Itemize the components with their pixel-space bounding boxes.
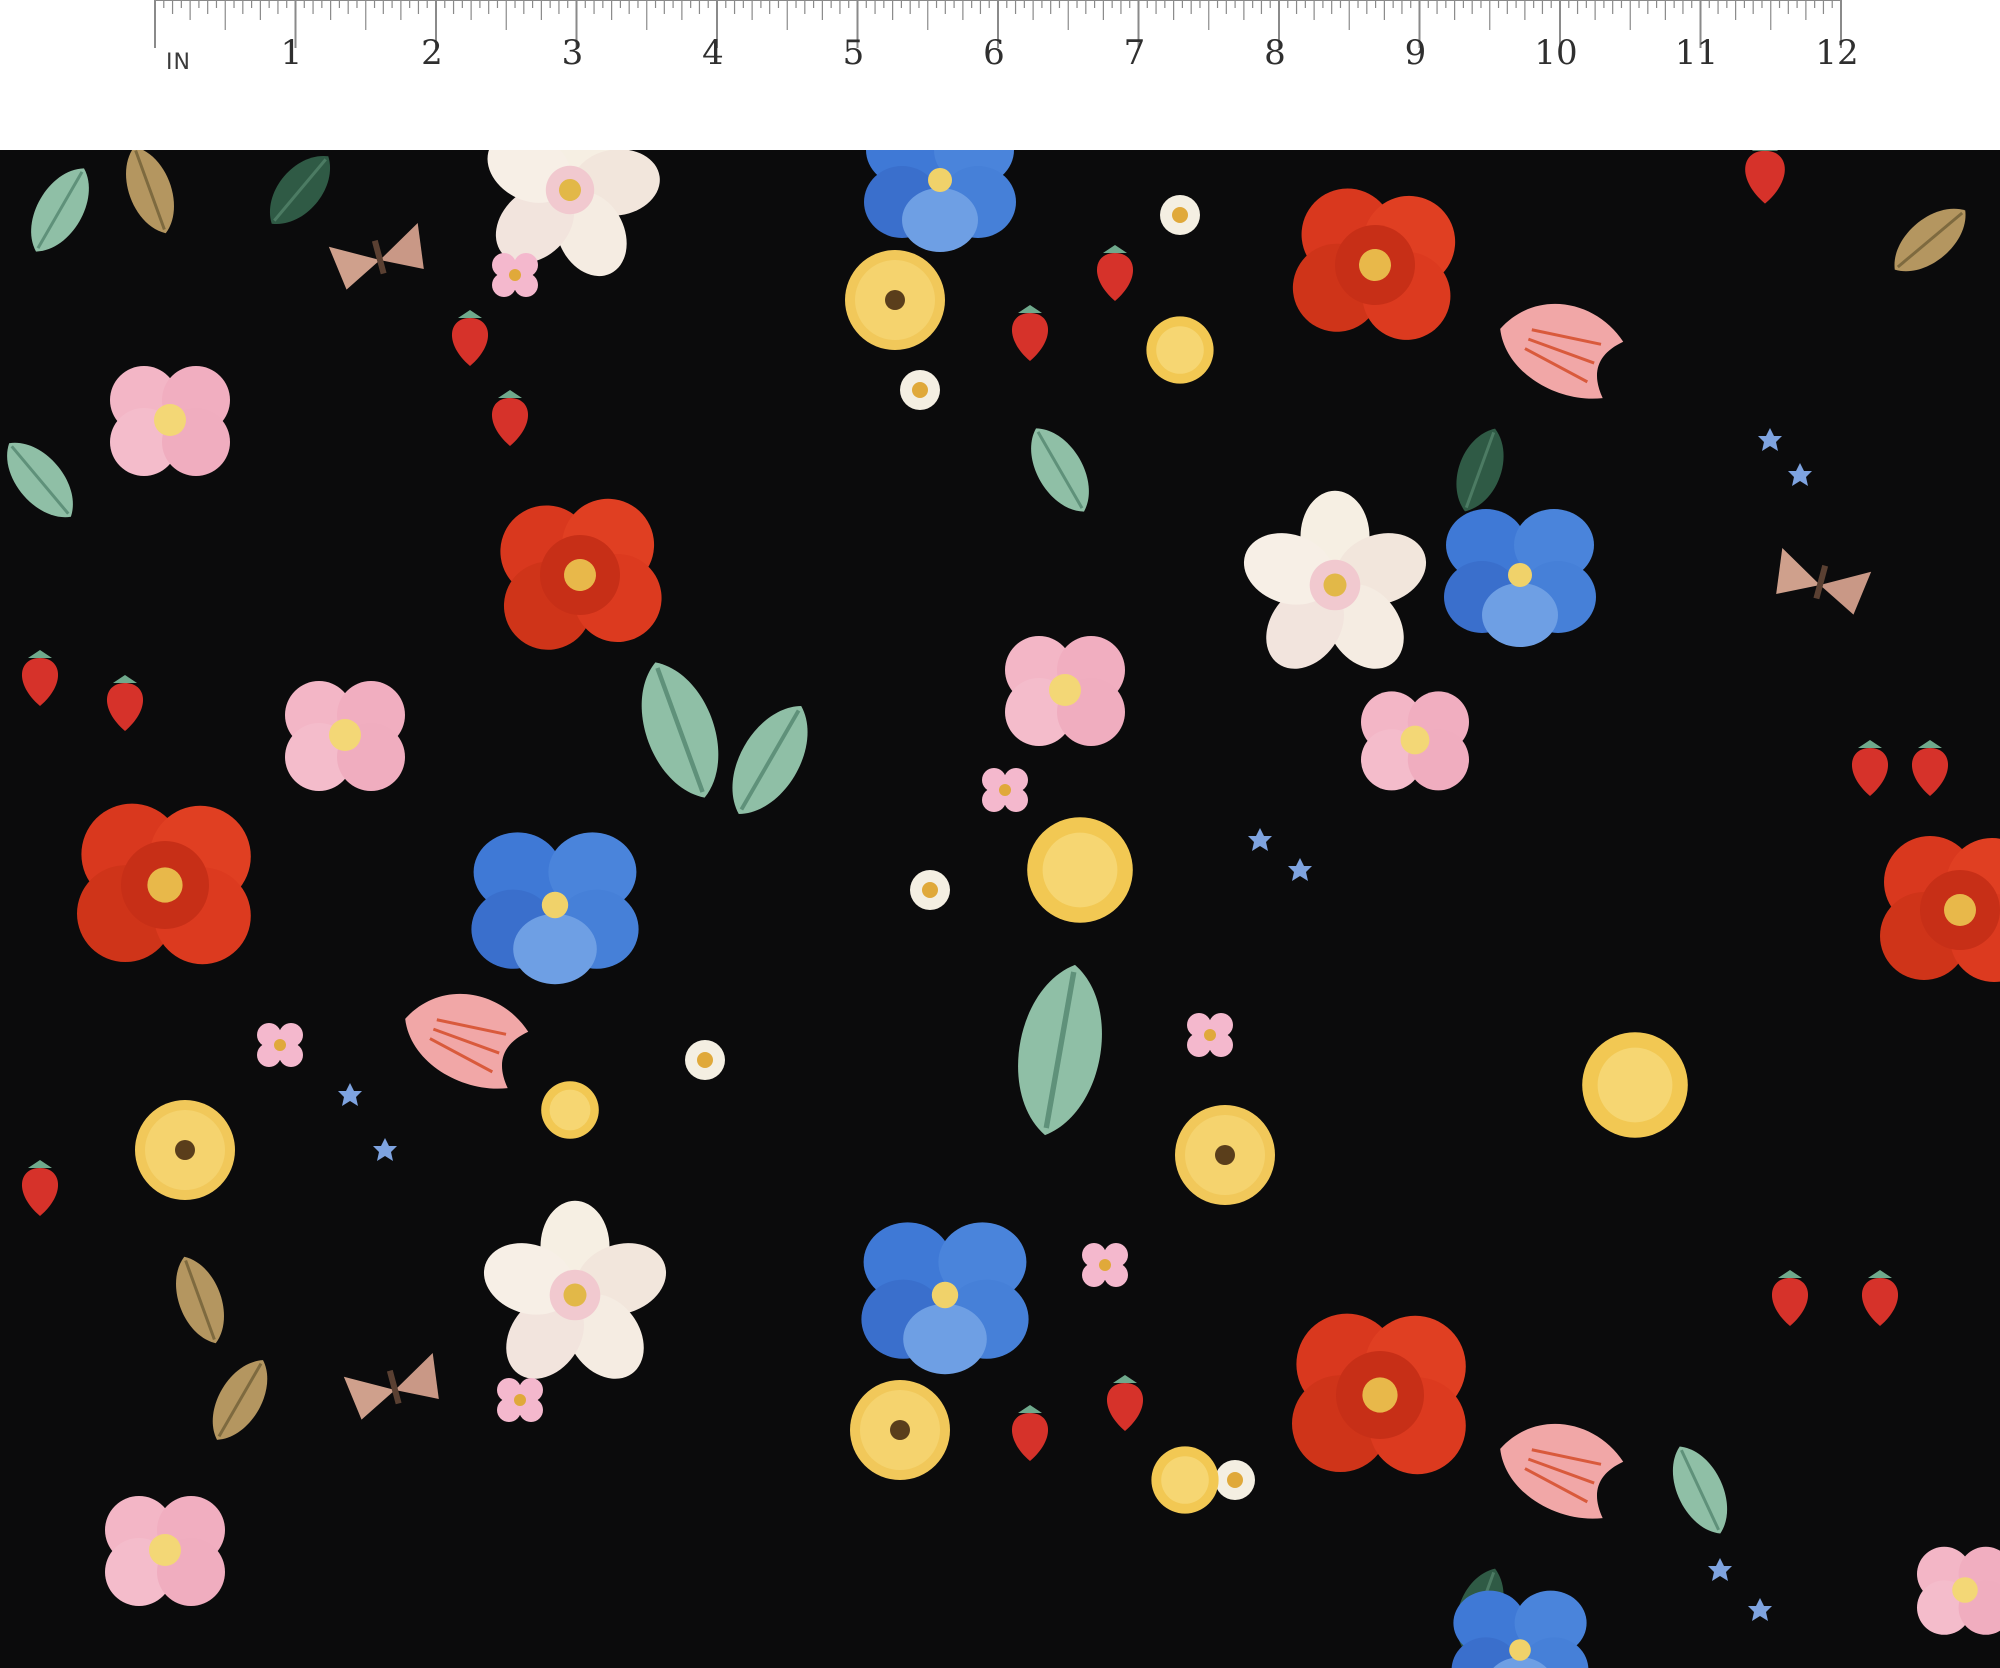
floral-pattern [0,150,2000,1668]
leaf-icon [113,150,187,242]
yellow-dandelion-icon [1027,817,1133,923]
leaf-icon [15,155,105,265]
pink-tulip-icon [390,973,536,1100]
leaf-icon [197,1348,283,1452]
blue-pansy-icon [1451,1590,1589,1668]
moth-icon [1770,547,1872,617]
small-pink-flower-icon [982,768,1028,812]
small-white-daisy-icon [1215,1460,1255,1500]
small-white-daisy-icon [685,1040,725,1080]
leaf-icon [711,689,829,831]
white-cosmos-icon [458,150,681,300]
strawberry-icon [1851,740,1889,796]
ruler-unit-label: IN [166,50,191,75]
yellow-dandelion-icon [1146,316,1214,384]
pink-tulip-icon [1485,1403,1631,1530]
ruler-number: 5 [842,33,865,73]
yellow-daisy-icon [135,1100,235,1200]
ruler-number: 4 [702,33,724,73]
strawberry-icon [451,310,489,366]
small-white-daisy-icon [1160,195,1200,235]
small-pink-flower-icon [1187,1013,1233,1057]
strawberry-icon [1096,245,1134,301]
yellow-daisy-icon [1175,1105,1275,1205]
leaf-icon [624,651,737,809]
pink-rose-icon [1005,636,1125,746]
strawberry-icon [106,675,144,731]
blue-pansy-icon [1444,509,1596,647]
pink-rose-icon [285,681,405,791]
yellow-dandelion-icon [541,1081,599,1139]
ruler-number: 1 [280,33,303,73]
blue-star-flower-icon [338,1083,362,1106]
blue-star-flower-icon [373,1138,397,1161]
ruler-number: 6 [983,33,1005,73]
moth-icon [343,1352,445,1422]
strawberry-icon [1771,1270,1809,1326]
blue-star-flower-icon [1708,1558,1732,1581]
ruler-number: 2 [421,33,443,73]
small-white-daisy-icon [910,870,950,910]
ruler-number: 11 [1674,33,1719,73]
red-poppy-icon [1880,836,2000,982]
strawberry-icon [1745,150,1785,204]
strawberry-icon [1106,1375,1144,1431]
leaf-icon [1657,1435,1743,1545]
strawberry-icon [21,1160,59,1216]
ruler-number: 10 [1534,33,1578,73]
ruler-number: 9 [1404,33,1427,73]
pink-tulip-icon [1485,283,1631,410]
strawberry-icon [1861,1270,1899,1326]
pink-rose-icon [110,366,230,476]
white-cosmos-icon [474,1200,676,1394]
red-poppy-icon [77,803,251,965]
ruler-number: 3 [561,33,584,73]
strawberry-icon [1011,1405,1049,1461]
leaf-icon [163,1248,237,1352]
ruler-number: 12 [1815,33,1859,73]
blue-pansy-icon [471,832,639,985]
yellow-daisy-icon [845,250,945,350]
blue-star-flower-icon [1248,828,1272,851]
pink-rose-icon [105,1496,225,1606]
blue-star-flower-icon [1748,1598,1772,1621]
pink-rose-icon [1917,1546,2000,1635]
yellow-daisy-icon [850,1380,950,1480]
small-pink-flower-icon [257,1023,303,1067]
red-poppy-icon [1292,1313,1466,1475]
small-white-daisy-icon [900,370,940,410]
blue-pansy-icon [861,1222,1029,1375]
blue-star-flower-icon [1758,428,1782,451]
white-cosmos-icon [1234,490,1436,684]
ruler-number: 7 [1123,33,1146,73]
floral-fabric-print [0,150,2000,1668]
small-pink-flower-icon [497,1378,543,1422]
red-poppy-icon [1289,184,1460,344]
blue-star-flower-icon [1288,858,1312,881]
yellow-dandelion-icon [1582,1032,1688,1138]
leaf-icon [1879,192,1981,288]
leaf-icon [1015,415,1105,525]
strawberry-icon [1911,740,1949,796]
leaf-icon [1005,958,1115,1142]
leaf-icon [254,150,346,239]
strawberry-icon [1011,305,1049,361]
small-pink-flower-icon [1082,1243,1128,1287]
red-poppy-icon [490,490,668,658]
measuring-ruler: IN 1 2 3 4 5 6 7 8 9 10 11 12 [0,0,2000,150]
blue-pansy-icon [864,150,1016,252]
leaf-icon [1443,419,1517,521]
leaf-icon [0,427,90,533]
moth-icon [328,222,430,292]
strawberry-icon [21,650,59,706]
blue-star-flower-icon [1788,463,1812,486]
pink-rose-icon [1361,691,1469,791]
ruler-number: 8 [1264,33,1286,73]
strawberry-icon [491,390,529,446]
yellow-dandelion-icon [1151,1446,1219,1514]
